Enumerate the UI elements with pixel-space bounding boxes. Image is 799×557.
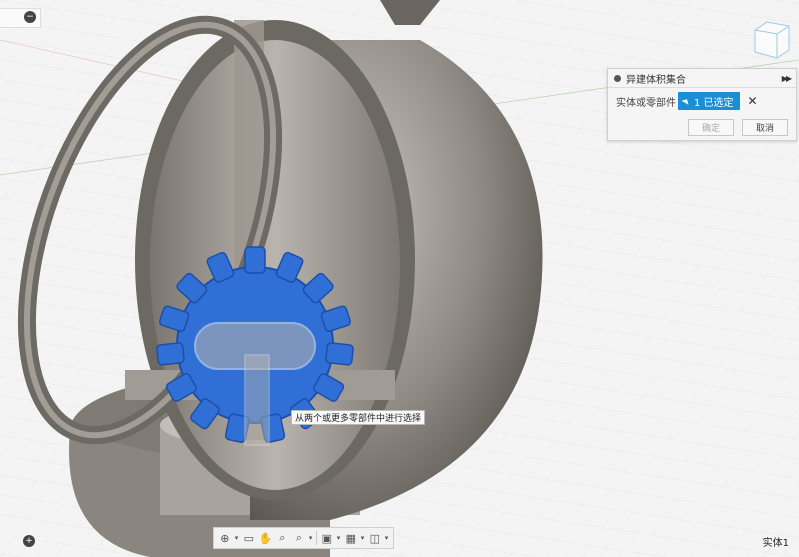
selection-button[interactable]: 1 已选定	[678, 92, 740, 110]
dialog-header: 异建体积集合 ▶▶	[608, 69, 796, 88]
grid-icon[interactable]: ▦	[344, 530, 358, 546]
zoom-window-icon[interactable]: ⌕	[292, 530, 306, 546]
display-icon[interactable]: ▣	[320, 530, 334, 546]
dialog-buttons: 确定 取消	[688, 119, 788, 136]
dialog-title: 异建体积集合	[626, 74, 686, 86]
ok-button[interactable]: 确定	[688, 119, 734, 136]
close-icon[interactable]: ✕	[748, 94, 758, 108]
navigation-toolbar: ⊕ ▾ ▭ ✋ ⌕ ⌕ ▾ ▣ ▾ ▦ ▾ ◫ ▾	[213, 527, 394, 549]
pan-icon[interactable]: ▭	[242, 530, 256, 546]
cursor-icon	[681, 97, 691, 105]
cancel-button[interactable]: 取消	[742, 119, 788, 136]
body-name-label: 实体1	[762, 538, 789, 549]
dialog-status-icon	[614, 74, 621, 82]
chevron-down-icon[interactable]: ▾	[361, 534, 365, 542]
view-cube[interactable]	[754, 21, 790, 59]
chevron-down-icon[interactable]: ▾	[385, 534, 389, 542]
tooltip: 从两个或更多零部件中进行选择	[291, 410, 426, 425]
chevron-down-icon[interactable]: ▾	[309, 534, 313, 542]
combine-dialog: 异建体积集合 ▶▶ 实体或零部件 1 已选定 ✕ 确定 取消	[607, 68, 797, 141]
hand-icon[interactable]: ✋	[259, 530, 273, 546]
selection-count: 1 已选定	[694, 97, 734, 109]
viewports-icon[interactable]: ◫	[368, 530, 382, 546]
chevron-down-icon[interactable]: ▾	[235, 534, 239, 542]
zoom-icon[interactable]: ⌕	[275, 530, 289, 546]
add-icon[interactable]: +	[23, 535, 35, 547]
orbit-icon[interactable]: ⊕	[218, 530, 232, 546]
collapse-icon[interactable]: −	[24, 11, 36, 23]
separator	[316, 531, 318, 545]
chevron-down-icon[interactable]: ▾	[337, 534, 341, 542]
double-chevron-right-icon[interactable]: ▶▶	[782, 74, 792, 83]
selection-row: 实体或零部件 1 已选定 ✕	[608, 90, 796, 112]
field-label: 实体或零部件	[616, 97, 676, 109]
